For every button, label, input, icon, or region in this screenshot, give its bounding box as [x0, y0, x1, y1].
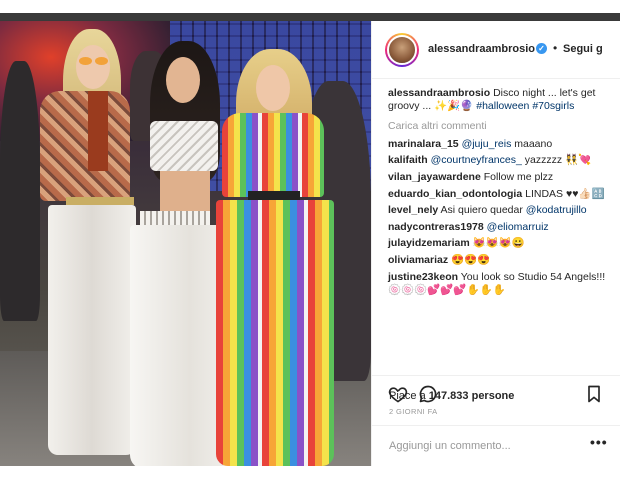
top-margin: [0, 0, 620, 13]
avatar[interactable]: [387, 35, 417, 65]
comment: julayidzemariam 😻😻😻😀: [388, 237, 607, 250]
likes-suffix: persone: [471, 390, 515, 402]
comment-text: yazzzzz 👯💘: [524, 154, 592, 167]
comment-text: LINDAS ♥♥👍🏻🔠: [525, 187, 605, 200]
hashtag[interactable]: #70sgirls: [532, 100, 574, 112]
comment: oliviamariaz 😍😍😍: [388, 254, 607, 267]
comment-username[interactable]: vilan_jayawardene: [388, 171, 481, 183]
add-comment-section: •••: [372, 425, 620, 466]
comment-username[interactable]: kalifaith: [388, 154, 428, 166]
comment-mention[interactable]: @eliomarruiz: [487, 221, 549, 233]
screenshot-frame: alessandraambrosio ✓ • Segui g alessandr…: [0, 0, 620, 481]
comment-text: 😍😍😍: [451, 253, 491, 266]
post-photo[interactable]: [0, 21, 371, 466]
browser-edge-strip: [0, 13, 620, 21]
likes-count[interactable]: Piace a 147.833 persone: [389, 390, 514, 402]
comments-list[interactable]: alessandraambrosio Disco night ... let's…: [372, 79, 620, 375]
comment-mention[interactable]: @juju_reis: [462, 138, 512, 150]
verified-badge-icon: ✓: [536, 43, 547, 54]
post-date[interactable]: 2 GIORNI FA: [389, 407, 438, 416]
post-header: alessandraambrosio ✓ • Segui g: [372, 21, 620, 79]
comment-text: Asi quiero quedar: [440, 204, 523, 217]
post-side-panel: alessandraambrosio ✓ • Segui g alessandr…: [371, 21, 620, 466]
comment-username[interactable]: level_nely: [388, 204, 438, 216]
comment: marinalara_15 @juju_reis maaano: [388, 138, 607, 151]
hashtag[interactable]: #halloween: [476, 100, 529, 112]
comment: nadycontreras1978 @eliomarruiz: [388, 221, 607, 234]
comment-text: maaano: [514, 137, 553, 150]
comment-username[interactable]: justine23keon: [388, 271, 458, 283]
comment-username[interactable]: nadycontreras1978: [388, 221, 484, 233]
follow-button[interactable]: Segui g: [563, 43, 603, 55]
comment-username[interactable]: oliviamariaz: [388, 254, 448, 266]
comment: level_nely Asi quiero quedar @kodatrujil…: [388, 204, 607, 217]
comment-text: 😻😻😻😀: [472, 237, 525, 250]
avatar-story-ring[interactable]: [385, 33, 419, 67]
comment: justine23keon You look so Studio 54 Ange…: [388, 271, 607, 298]
caption: alessandraambrosio Disco night ... let's…: [388, 87, 607, 114]
separator-dot: •: [553, 41, 558, 55]
add-comment-input[interactable]: [389, 437, 579, 455]
load-more-comments-link[interactable]: Carica altri commenti: [388, 120, 607, 132]
comment: kalifaith @courtneyfrances_ yazzzzz 👯💘: [388, 154, 607, 167]
comment-username[interactable]: julayidzemariam: [388, 237, 470, 249]
comment-username[interactable]: eduardo_kian_odontologia: [388, 188, 522, 200]
caption-username[interactable]: alessandraambrosio: [388, 87, 490, 99]
likes-number: 147.833: [428, 390, 469, 402]
comment-username[interactable]: marinalara_15: [388, 138, 459, 150]
more-options-icon[interactable]: •••: [590, 434, 608, 450]
comment: eduardo_kian_odontologia LINDAS ♥♥👍🏻🔠: [388, 188, 607, 201]
comment: vilan_jayawardene Follow me plzz: [388, 171, 607, 184]
likes-prefix: Piace a: [389, 390, 426, 402]
bookmark-icon[interactable]: [584, 384, 604, 404]
background-person: [0, 61, 40, 321]
post-username[interactable]: alessandraambrosio: [428, 43, 535, 55]
bottom-margin: [0, 466, 620, 481]
comment-text: Follow me plzz: [483, 171, 554, 183]
comment-mention[interactable]: @courtneyfrances_: [431, 154, 522, 166]
comment-mention[interactable]: @kodatrujillo: [526, 204, 587, 216]
